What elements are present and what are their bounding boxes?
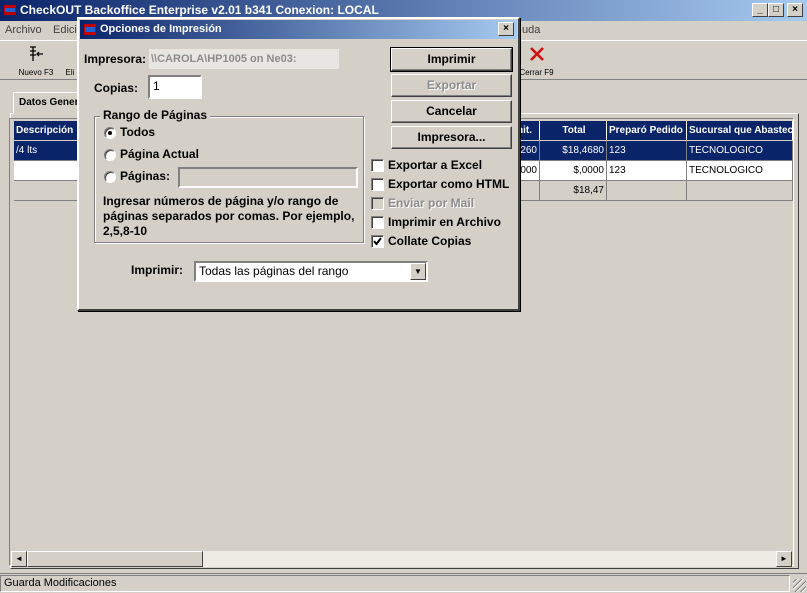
nuevo-button[interactable]: Nuevo F3 (14, 43, 58, 79)
tab-datos-generales[interactable]: Datos Genera (13, 92, 83, 114)
print-scope-select[interactable]: Todas las páginas del rango ▼ (194, 261, 428, 282)
table-row-cell[interactable]: $18,4680 (540, 141, 607, 161)
printer-value: \\CAROLA\HP1005 on Ne03: (149, 49, 339, 69)
dialog-title: Opciones de Impresión (100, 23, 222, 35)
copies-label: Copias: (94, 81, 139, 95)
radio-dot-icon (108, 131, 112, 135)
col-total[interactable]: Total (540, 121, 607, 140)
menu-archivo[interactable]: Archivo (5, 24, 42, 36)
cerrar-button[interactable]: Cerrar F9 (514, 43, 558, 79)
scroll-thumb[interactable] (27, 551, 203, 567)
dialog-title-bar: Opciones de Impresión × (80, 20, 517, 39)
impresora-button[interactable]: Impresora... (391, 126, 512, 149)
chevron-down-icon[interactable]: ▼ (410, 263, 426, 280)
radio-paginas-label[interactable]: Páginas: (120, 169, 170, 183)
sum-total: $18,47 (540, 181, 607, 201)
checkbox-excel-label[interactable]: Exportar a Excel (388, 158, 482, 172)
radio-paginas[interactable] (104, 171, 116, 183)
table-row-cell[interactable]: TECNOLOGICO (687, 161, 793, 181)
close-x-icon (529, 47, 544, 61)
status-text: Guarda Modificaciones (0, 575, 790, 592)
checkbox-collate[interactable] (371, 235, 384, 248)
table-row-cell[interactable]: /4 lts (14, 141, 84, 161)
checkbox-html[interactable] (371, 178, 384, 191)
checkmark-icon (373, 237, 382, 246)
new-document-icon (30, 46, 43, 61)
imprimir-button[interactable]: Imprimir (390, 47, 513, 72)
eliminar-label: Eli (65, 68, 75, 77)
checkbox-archivo-label[interactable]: Imprimir en Archivo (388, 215, 501, 229)
status-bar: Guarda Modificaciones (0, 573, 807, 593)
summary-cell (14, 181, 84, 201)
table-row-cell[interactable]: TECNOLOGICO (687, 141, 793, 161)
horizontal-scrollbar[interactable]: ◄ ► (11, 551, 792, 567)
app-icon (4, 5, 16, 15)
copies-input[interactable]: 1 (148, 75, 202, 99)
printer-dialog-icon (84, 24, 96, 35)
summary-cell (607, 181, 687, 201)
maximize-button[interactable]: □ (768, 3, 784, 17)
eliminar-button[interactable]: Eli (62, 43, 78, 79)
checkbox-mail-label[interactable]: Enviar por Mail (388, 196, 474, 210)
print-scope-value: Todas las páginas del rango (199, 264, 349, 278)
table-row-cell[interactable]: 123 (607, 141, 687, 161)
radio-pagina-actual-label[interactable]: Página Actual (120, 147, 199, 161)
table-row-cell[interactable]: 123 (607, 161, 687, 181)
checkbox-collate-label[interactable]: Collate Copias (388, 234, 471, 248)
dialog-close-button[interactable]: × (498, 22, 514, 36)
pages-input[interactable] (178, 167, 358, 188)
radio-pagina-actual[interactable] (104, 149, 116, 161)
scroll-right-icon[interactable]: ► (776, 551, 792, 567)
print-options-dialog: Opciones de Impresión × Impresora: \\CAR… (77, 17, 520, 311)
checkbox-html-label[interactable]: Exportar como HTML (388, 177, 509, 191)
minimize-button[interactable]: _ (752, 3, 768, 17)
menu-edicion[interactable]: Edici (53, 24, 77, 36)
scroll-left-icon[interactable]: ◄ (11, 551, 27, 567)
cancelar-button[interactable]: Cancelar (391, 100, 512, 123)
close-button[interactable]: × (787, 3, 803, 17)
resize-grip-icon[interactable] (793, 579, 806, 592)
col-sucursal[interactable]: Sucursal que Abastece (687, 121, 793, 140)
table-row-cell[interactable]: $,0000 (540, 161, 607, 181)
checkbox-archivo[interactable] (371, 216, 384, 229)
checkbox-mail[interactable] (371, 197, 384, 210)
printer-label: Impresora: (84, 52, 147, 66)
checkbox-excel[interactable] (371, 159, 384, 172)
table-row-cell[interactable] (14, 161, 84, 181)
col-preparo[interactable]: Preparó Pedido (607, 121, 687, 140)
print-scope-label: Imprimir: (131, 263, 184, 277)
exportar-button[interactable]: Exportar (391, 74, 512, 97)
cerrar-label: Cerrar F9 (519, 68, 554, 77)
summary-cell (687, 181, 793, 201)
radio-todos-label[interactable]: Todos (120, 125, 155, 139)
menu-ayuda[interactable]: uda (522, 24, 540, 36)
page-range-title: Rango de Páginas (100, 108, 211, 122)
nuevo-label: Nuevo F3 (18, 68, 54, 77)
radio-todos[interactable] (104, 127, 116, 139)
page-range-help-text: Ingresar números de página y/o rango de … (103, 194, 355, 238)
col-descripcion[interactable]: Descripción (14, 121, 84, 140)
